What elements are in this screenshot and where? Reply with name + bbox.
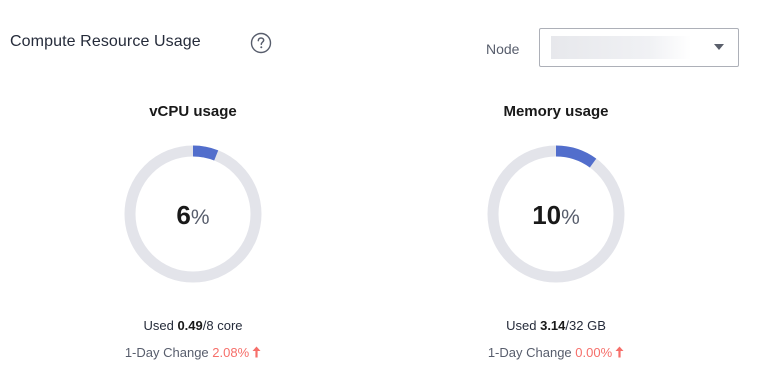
used-label: Used [143,318,174,333]
usage-percent-number: 10 [532,200,562,230]
usage-percent: 6% [121,200,265,231]
caret-down-icon[interactable] [714,44,724,50]
usage-percent-number: 6 [176,200,191,230]
node-select-value [551,36,691,59]
change-value: 0.00% [575,345,613,360]
panel-title: vCPU usage [149,103,237,120]
usage-percent-sign: % [190,206,210,229]
change-value: 2.08% [212,345,250,360]
used-line: Used 0.49/8 core [73,318,313,333]
arrow-up-icon [615,346,624,358]
usage-percent-sign: % [561,206,580,229]
change-label: 1-Day Change [124,345,209,360]
help-circle-icon[interactable] [250,32,272,54]
node-filter-label: Node [486,41,520,57]
used-line: Used 3.14/32 GB [436,318,676,333]
arrow-up-icon [252,346,261,358]
used-total: /8 core [202,318,243,333]
memory-usage-panel: Memory usage 10% Used 3.14/32 GB 1-Day C… [436,100,676,380]
used-total: /32 GB [565,318,606,333]
change-label: 1-Day Change [487,345,572,360]
node-select-dropdown[interactable] [539,28,739,67]
usage-percent: 10% [484,200,628,231]
vcpu-usage-panel: vCPU usage 6% Used 0.49/8 core 1-Day Cha… [73,100,313,380]
used-value: 3.14 [540,318,566,333]
change-line: 1-Day Change 0.00% [436,345,676,360]
used-value: 0.49 [177,318,203,333]
change-line: 1-Day Change 2.08% [73,345,313,360]
section-title: Compute Resource Usage [10,33,201,50]
used-label: Used [506,318,537,333]
panel-title: Memory usage [503,103,609,120]
